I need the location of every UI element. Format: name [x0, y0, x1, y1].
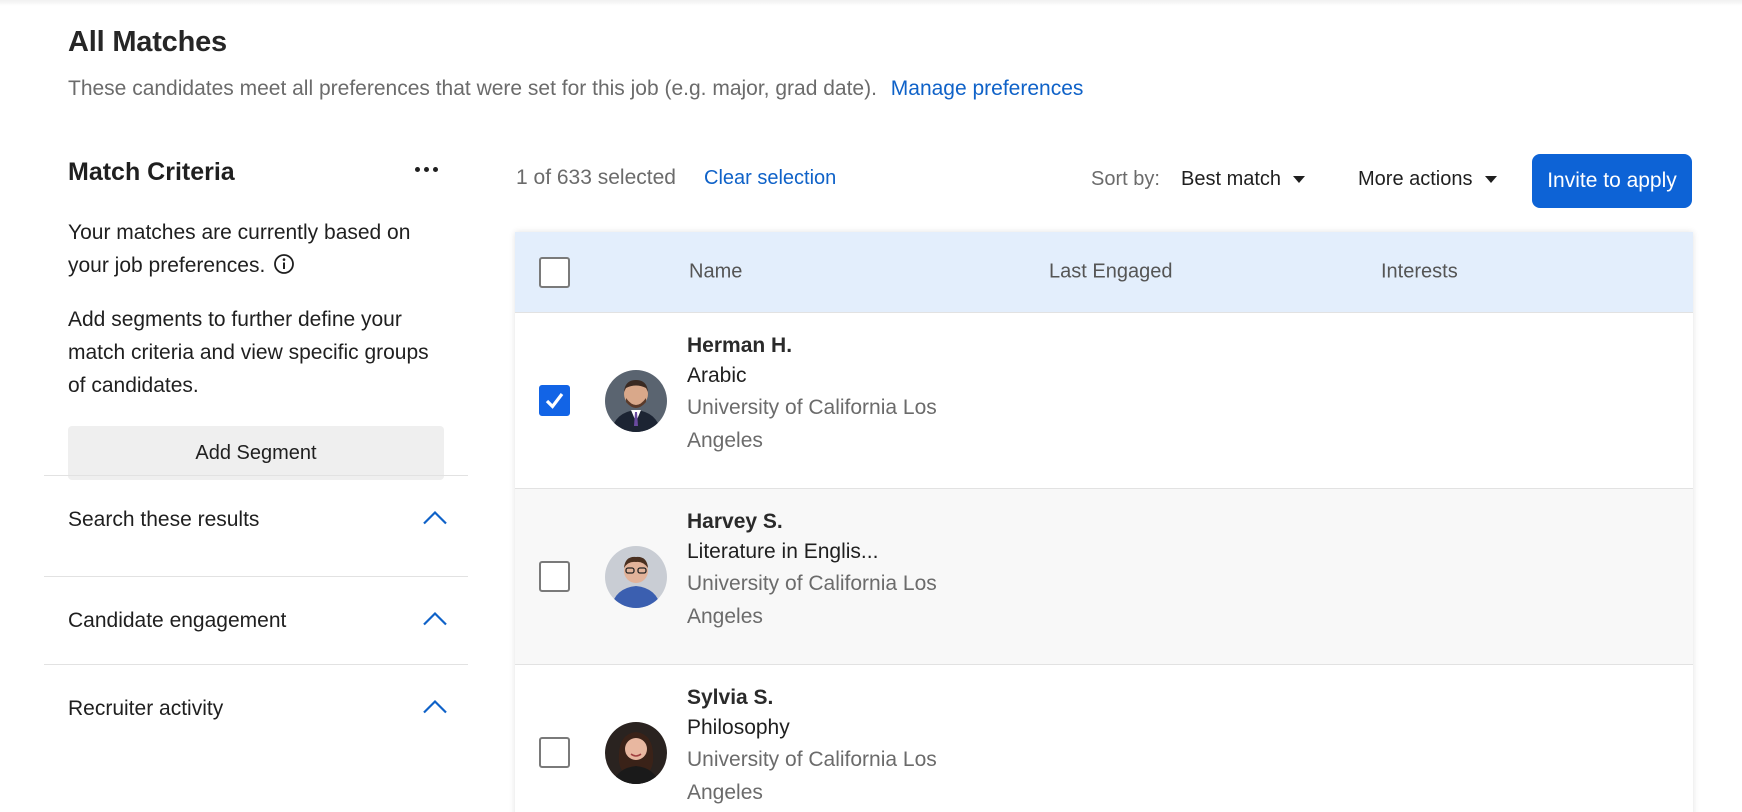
accordion-label: Recruiter activity: [68, 696, 224, 720]
page-subtitle: These candidates meet all preferences th…: [68, 77, 1083, 101]
column-header-name: Name: [689, 260, 743, 283]
invite-to-apply-button[interactable]: Invite to apply: [1532, 154, 1692, 208]
sort-dropdown[interactable]: Best match: [1181, 168, 1306, 191]
sort-label: Sort by:: [1091, 168, 1160, 190]
avatar: [605, 722, 667, 784]
ellipsis-icon[interactable]: [406, 154, 446, 184]
segments-description: Add segments to further define your matc…: [68, 308, 429, 397]
avatar: [605, 370, 667, 432]
match-criteria-title: Match Criteria: [68, 158, 235, 186]
chevron-up-icon: [422, 509, 448, 530]
top-shadow: [0, 0, 1742, 6]
caret-down-icon: [1484, 176, 1497, 183]
candidate-name[interactable]: Harvey S.: [687, 507, 977, 537]
row-checkbox[interactable]: [539, 385, 570, 416]
candidate-info: Herman H. Arabic University of Californi…: [687, 331, 977, 457]
table-row[interactable]: Sylvia S. Philosophy University of Calif…: [515, 664, 1693, 812]
candidate-name[interactable]: Herman H.: [687, 331, 977, 361]
info-icon[interactable]: [273, 252, 295, 285]
candidate-major: Philosophy: [687, 716, 790, 739]
chevron-up-icon: [422, 698, 448, 719]
candidate-major: Literature in Englis...: [687, 540, 879, 563]
table-row[interactable]: Harvey S. Literature in Englis... Univer…: [515, 488, 1693, 664]
table-header: Name Last Engaged Interests: [515, 232, 1693, 312]
table-row[interactable]: Herman H. Arabic University of Californi…: [515, 312, 1693, 488]
candidate-school: University of California Los Angeles: [687, 572, 937, 628]
candidate-major: Arabic: [687, 364, 747, 387]
avatar: [605, 546, 667, 608]
candidate-info: Harvey S. Literature in Englis... Univer…: [687, 507, 977, 633]
chevron-up-icon: [422, 610, 448, 631]
criteria-description-text: Your matches are currently based on your…: [68, 221, 411, 277]
accordion-search-results[interactable]: Search these results: [44, 475, 468, 563]
column-header-interests: Interests: [1381, 260, 1458, 283]
column-header-last-engaged: Last Engaged: [1049, 260, 1173, 283]
more-actions-dropdown[interactable]: More actions: [1358, 168, 1497, 191]
accordion-recruiter-activity[interactable]: Recruiter activity: [44, 664, 468, 752]
accordion-candidate-engagement[interactable]: Candidate engagement: [44, 576, 468, 664]
sort-value: Best match: [1181, 168, 1282, 190]
caret-down-icon: [1293, 176, 1306, 183]
row-checkbox[interactable]: [539, 737, 570, 768]
candidate-name[interactable]: Sylvia S.: [687, 683, 977, 713]
candidate-info: Sylvia S. Philosophy University of Calif…: [687, 683, 977, 809]
clear-selection-link[interactable]: Clear selection: [704, 167, 836, 190]
candidates-table: Name Last Engaged Interests Herman H. Ar…: [515, 232, 1693, 812]
subtitle-text: These candidates meet all preferences th…: [68, 77, 877, 100]
accordion-label: Candidate engagement: [68, 608, 287, 632]
select-all-checkbox[interactable]: [539, 257, 570, 288]
row-checkbox[interactable]: [539, 561, 570, 592]
candidate-school: University of California Los Angeles: [687, 396, 937, 452]
page-title: All Matches: [68, 26, 227, 58]
selected-count: 1 of 633 selected: [516, 166, 676, 189]
add-segment-button[interactable]: Add Segment: [68, 426, 444, 480]
accordion-label: Search these results: [68, 507, 260, 531]
manage-preferences-link[interactable]: Manage preferences: [891, 77, 1084, 100]
more-actions-label: More actions: [1358, 168, 1473, 190]
candidate-school: University of California Los Angeles: [687, 748, 937, 804]
criteria-description: Your matches are currently based on your…: [68, 216, 448, 285]
